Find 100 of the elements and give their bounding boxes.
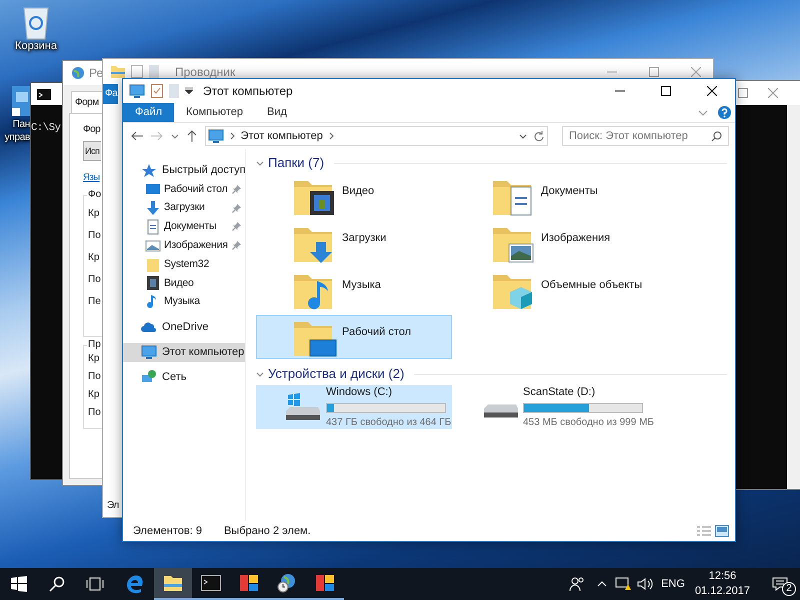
nav-item[interactable]: Видео: [123, 274, 244, 293]
drive-tile[interactable]: ScanState (D:) 453 МБ свободно из 999 МБ: [455, 385, 651, 429]
folder-tile[interactable]: Загрузки: [256, 221, 452, 265]
breadcrumb-item[interactable]: Этот компьютер: [240, 128, 323, 144]
nav-label: Музыка: [164, 294, 200, 310]
format-dropdown[interactable]: Исп: [83, 141, 101, 161]
nav-label: Документы: [164, 219, 216, 234]
chevron-down-icon[interactable]: [519, 134, 527, 138]
date-text: 01.12.2017: [694, 584, 750, 599]
nav-item[interactable]: System32: [123, 255, 244, 274]
browser-e-icon: [125, 574, 145, 594]
search-icon: [711, 130, 722, 142]
close-icon[interactable]: [691, 66, 701, 76]
window-title: Ре: [89, 65, 104, 82]
download-arrow-icon: [145, 200, 161, 216]
field-label: По: [88, 229, 101, 242]
chevron-down-icon[interactable]: [256, 372, 264, 376]
pin-icon[interactable]: [232, 184, 241, 194]
people-icon[interactable]: [569, 576, 586, 592]
nav-label: Быстрый доступ: [162, 163, 246, 178]
nav-item[interactable]: Изображения: [123, 236, 244, 256]
windows-drive-icon: [284, 393, 322, 421]
up-arrow-icon[interactable]: [186, 130, 197, 142]
folder-tile[interactable]: Изображения: [455, 221, 651, 265]
settings-link[interactable]: Язы: [83, 171, 100, 186]
folder-tile[interactable]: Рабочий стол: [256, 315, 452, 359]
nav-label: Загрузки: [164, 200, 205, 216]
format-label: Фор: [83, 123, 100, 137]
folder-name: Объемные объекты: [541, 278, 642, 293]
chevron-right-icon[interactable]: [328, 132, 334, 140]
address-bar[interactable]: Этот компьютер: [204, 126, 548, 146]
nav-item[interactable]: Сеть: [123, 368, 245, 387]
dropdown-caret-icon[interactable]: [185, 87, 193, 95]
drive-name: Windows (C:): [326, 385, 394, 400]
folder-name: Видео: [342, 184, 374, 199]
free-space-text: 453 МБ свободно из 999 МБ: [523, 416, 654, 430]
folder-tile[interactable]: Видео: [256, 174, 452, 218]
nav-item[interactable]: Рабочий стол: [123, 180, 244, 199]
chevron-down-icon[interactable]: [170, 134, 179, 138]
maximize-icon[interactable]: [738, 88, 748, 98]
nav-item[interactable]: Загрузки: [123, 198, 244, 218]
film-icon: [145, 275, 161, 292]
nav-item[interactable]: OneDrive: [123, 318, 245, 337]
nav-label: Этот компьютер: [162, 344, 244, 360]
checklist-icon[interactable]: [151, 84, 163, 98]
control-panel-icon[interactable]: [12, 84, 30, 118]
pin-icon[interactable]: [232, 222, 241, 232]
close-icon[interactable]: [768, 88, 778, 98]
dialog-tab[interactable]: Форм: [71, 91, 103, 113]
chevron-up-icon[interactable]: [597, 581, 608, 587]
folder-name: Изображения: [541, 231, 610, 246]
star-icon: [141, 162, 157, 178]
taskbar-button[interactable]: [154, 568, 192, 600]
nav-item[interactable]: Этот компьютер: [123, 342, 245, 362]
window-title: Проводник: [175, 64, 236, 80]
refresh-icon[interactable]: [533, 130, 544, 142]
ribbon-tab[interactable]: Файл: [123, 103, 174, 122]
globe-icon: [71, 66, 85, 80]
back-arrow-icon[interactable]: [131, 131, 143, 141]
help-icon[interactable]: [718, 106, 731, 119]
chevron-right-icon[interactable]: [230, 132, 235, 140]
windows-logo-icon: [11, 576, 27, 592]
ribbon-tab[interactable]: Вид: [254, 103, 299, 122]
group-title: Пр: [87, 339, 102, 352]
drive-icon: [483, 404, 519, 418]
time-text: 12:56: [708, 569, 736, 584]
nav-item[interactable]: Музыка: [123, 292, 244, 312]
scrollbar[interactable]: [787, 105, 800, 489]
ribbon-tab[interactable]: Компьютер: [174, 103, 255, 122]
tiles-view-icon[interactable]: [715, 525, 729, 537]
volume-icon[interactable]: [637, 577, 654, 591]
pin-icon[interactable]: [232, 204, 241, 213]
chevron-down-icon[interactable]: [256, 160, 264, 166]
desktop-icon-label: Корзина: [15, 40, 57, 53]
nav-label: Видео: [164, 276, 194, 290]
folder-icon: [145, 256, 161, 273]
notification-icon[interactable]: [772, 577, 788, 591]
nav-label: Рабочий стол: [164, 182, 228, 197]
nav-item[interactable]: Быстрый доступ: [123, 161, 245, 180]
desktop-icon-label: Пан: [12, 118, 30, 131]
nav-item[interactable]: Документы: [123, 218, 244, 236]
language-indicator[interactable]: ENG: [661, 576, 685, 592]
monitor-icon: [141, 344, 157, 360]
network-warning-icon[interactable]: [615, 577, 632, 591]
globe-clock-icon: [277, 573, 297, 593]
folder-tile[interactable]: Музыка: [256, 268, 452, 312]
app-tiles-icon: [239, 574, 259, 592]
folder-tile[interactable]: Документы: [455, 174, 651, 218]
folder-tile[interactable]: Объемные объекты: [455, 268, 651, 312]
pin-icon[interactable]: [232, 241, 241, 250]
status-text: Элементов: 9: [133, 524, 202, 539]
clock[interactable]: 12:56 01.12.2017: [694, 569, 750, 599]
folder-name: Музыка: [342, 278, 381, 293]
drive-tile[interactable]: Windows (C:) 437 ГБ свободно из 464 ГБ: [256, 385, 452, 429]
desktop-icon-label: управ: [4, 131, 30, 144]
search-icon: [49, 576, 65, 592]
details-view-icon[interactable]: [697, 525, 711, 537]
search-field[interactable]: Поиск: Этот компьютер: [562, 126, 729, 146]
window-title: Этот компьютер: [203, 83, 293, 100]
file-tab[interactable]: Фа: [103, 84, 118, 104]
